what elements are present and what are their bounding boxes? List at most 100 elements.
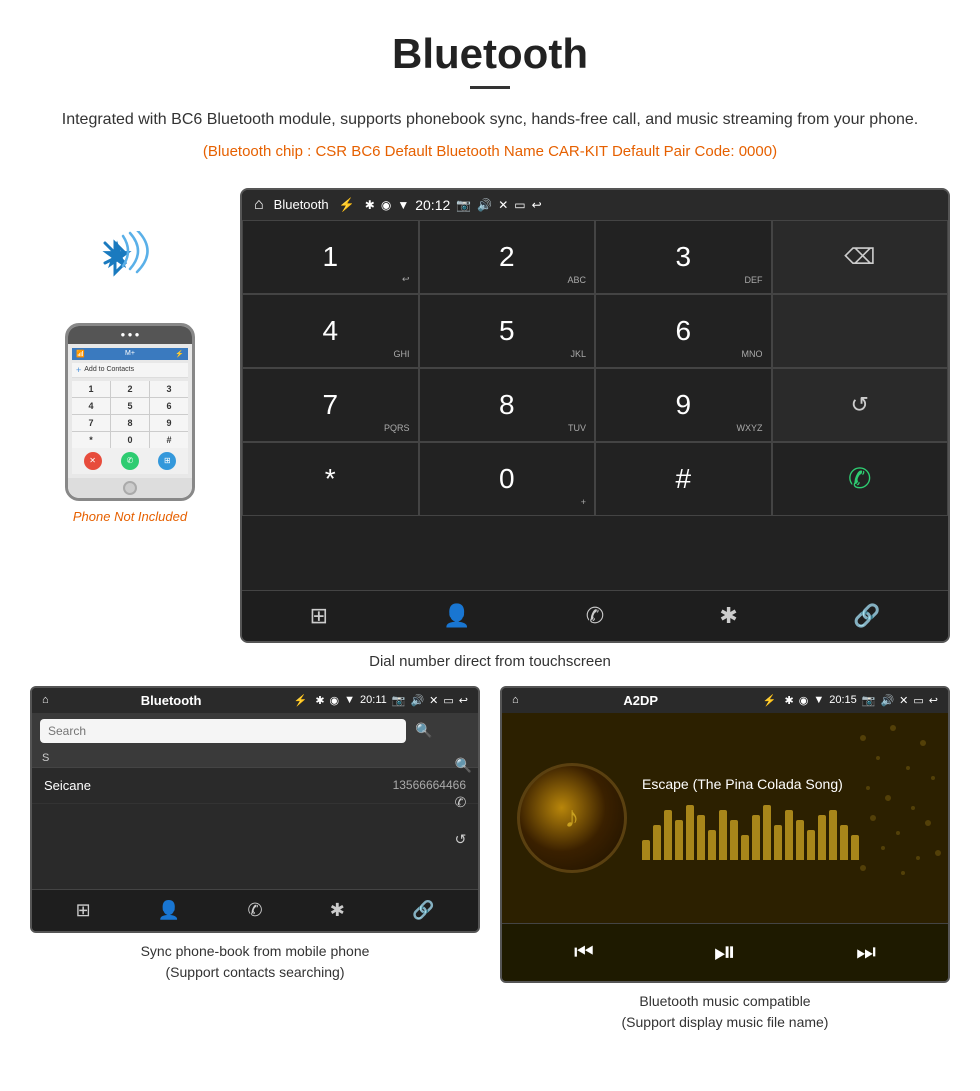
key-empty-2 [772,294,949,368]
phone-action-row: ✕ ✆ ⊞ [72,448,188,474]
pb-contact-row-seicane[interactable]: Seicane 13566664466 [32,768,478,804]
pb-loc-icon: ◉ [330,694,340,707]
music-status-bar: ⌂ A2DP ⚡ ✱ ◉ ▼ 20:15 📷 🔊 ✕ ▭ ↩ [502,688,948,713]
music-content-area: ♪ Escape (The Pina Colada Song) [502,713,948,923]
nav-contacts-icon[interactable]: 👤 [443,603,470,629]
music-close-icon[interactable]: ✕ [899,694,908,707]
music-note-icon: ♪ [565,801,580,835]
music-home-icon[interactable]: ⌂ [512,694,519,706]
pb-contact-name: Seicane [44,778,91,793]
music-signal: ▼ [813,694,824,706]
home-icon[interactable]: ⌂ [254,196,264,214]
status-right-icons: ✱ ◉ ▼ 20:12 📷 🔊 ✕ ▭ ↩ [365,197,542,213]
camera-icon[interactable]: 📷 [456,198,471,212]
key-0[interactable]: 0+ [419,442,596,516]
window-icon[interactable]: ▭ [514,198,525,212]
pb-nav-link[interactable]: 🔗 [412,900,434,921]
music-back-icon[interactable]: ↩ [929,694,938,707]
visualizer-bar [763,805,771,860]
visualizer-bar [708,830,716,860]
nav-phone-icon[interactable]: ✆ [586,603,604,629]
key-6[interactable]: 6MNO [595,294,772,368]
music-vol-icon[interactable]: 🔊 [880,694,894,707]
phonebook-screen: ⌂ Bluetooth ⚡ ✱ ◉ ▼ 20:11 📷 🔊 ✕ ▭ ↩ [30,686,480,933]
visualizer-bar [796,820,804,860]
phonebook-item: ⌂ Bluetooth ⚡ ✱ ◉ ▼ 20:11 📷 🔊 ✕ ▭ ↩ [30,686,480,1033]
phone-status-bar: 📶M+⚡ [72,348,188,360]
visualizer-bar [686,805,694,860]
key-refresh[interactable]: ↺ [772,368,949,442]
page-title: Bluetooth [60,30,920,78]
nav-bt-icon[interactable]: ✱ [719,603,737,629]
pb-side-search-icon[interactable]: 🔍 [455,757,472,774]
phone-illustration: ★ ● ● ● 📶M+⚡ + Add [30,188,230,524]
pb-usb-icon: ⚡ [294,694,308,707]
key-5[interactable]: 5JKL [419,294,596,368]
signal-icon: ▼ [397,198,409,212]
volume-icon[interactable]: 🔊 [477,198,492,212]
nav-grid-icon[interactable]: ⊞ [310,603,328,629]
pb-contacts-list: S Seicane 13566664466 [32,749,478,889]
pb-side-refresh-icon[interactable]: ↺ [455,831,472,848]
key-2[interactable]: 2ABC [419,220,596,294]
pb-search-input[interactable] [40,719,406,743]
key-call-green[interactable]: ✆ [772,442,949,516]
car-status-bar: ⌂ Bluetooth ⚡ ✱ ◉ ▼ 20:12 📷 🔊 ✕ ▭ ↩ [242,190,948,220]
visualizer-bar [840,825,848,860]
back-icon[interactable]: ↩ [532,198,542,212]
page-header: Bluetooth Integrated with BC6 Bluetooth … [0,0,980,188]
music-win-icon[interactable]: ▭ [913,694,923,707]
visualizer-bar [752,815,760,860]
pb-close-icon[interactable]: ✕ [429,694,438,707]
pb-nav-grid[interactable]: ⊞ [76,900,91,921]
visualizer-bar [741,835,749,860]
key-3[interactable]: 3DEF [595,220,772,294]
music-bt-icon-status: ✱ [785,694,794,707]
dialpad-grid: 1↩ 2ABC 3DEF ⌫ 4GHI 5JKL 6MNO 7PQRS 8TUV… [242,220,948,590]
pb-home-icon[interactable]: ⌂ [42,694,49,706]
pb-win-icon[interactable]: ▭ [443,694,453,707]
key-star[interactable]: * [242,442,419,516]
nav-link-icon[interactable]: 🔗 [853,603,880,629]
pb-vol-icon[interactable]: 🔊 [410,694,424,707]
key-1[interactable]: 1↩ [242,220,419,294]
pb-nav-bt[interactable]: ✱ [330,900,345,921]
key-7[interactable]: 7PQRS [242,368,419,442]
bt-status-icon: ✱ [365,198,375,212]
key-8[interactable]: 8TUV [419,368,596,442]
pb-back-icon[interactable]: ↩ [459,694,468,707]
pb-bt-icon: ✱ [315,694,324,707]
dialpad-caption: Dial number direct from touchscreen [0,653,980,670]
pb-side-icons: 🔍 ✆ ↺ [449,749,478,889]
key-backspace[interactable]: ⌫ [772,220,949,294]
next-track-button[interactable]: ⏭ [856,939,876,965]
key-hash[interactable]: # [595,442,772,516]
bluetooth-signal-group: ★ [90,228,170,288]
phone-top-bar: ● ● ● [68,326,192,344]
pb-contacts-wrapper: S Seicane 13566664466 🔍 ✆ ↺ [32,749,478,889]
pb-camera-icon[interactable]: 📷 [392,694,406,707]
key-9[interactable]: 9WXYZ [595,368,772,442]
pb-bottom-nav: ⊞ 👤 ✆ ✱ 🔗 [32,889,478,931]
pb-nav-phone[interactable]: ✆ [247,900,262,921]
play-pause-button[interactable]: ⏯ [714,936,736,969]
music-caption: Bluetooth music compatible (Support disp… [622,991,829,1033]
pb-side-phone-icon[interactable]: ✆ [455,794,472,811]
usb-icon: ⚡ [339,197,355,213]
music-item: ⌂ A2DP ⚡ ✱ ◉ ▼ 20:15 📷 🔊 ✕ ▭ ↩ [500,686,950,1033]
prev-track-button[interactable]: ⏮ [574,939,594,965]
music-dots-decoration [853,718,943,878]
pb-app-title: Bluetooth [57,693,286,708]
close-icon[interactable]: ✕ [498,198,508,212]
pb-nav-contacts[interactable]: 👤 [158,900,180,921]
car-screen-dialpad: ⌂ Bluetooth ⚡ ✱ ◉ ▼ 20:12 📷 🔊 ✕ ▭ ↩ 1↩ 2… [240,188,950,643]
car-app-title: Bluetooth [274,197,329,212]
pb-time: 20:11 [360,694,387,707]
visualizer-bar [807,830,815,860]
visualizer-bar [719,810,727,860]
pb-search-icon[interactable]: 🔍 [415,722,432,738]
music-camera-icon[interactable]: 📷 [862,694,876,707]
key-4[interactable]: 4GHI [242,294,419,368]
header-description: Integrated with BC6 Bluetooth module, su… [60,107,920,133]
visualizer-bar [642,840,650,860]
